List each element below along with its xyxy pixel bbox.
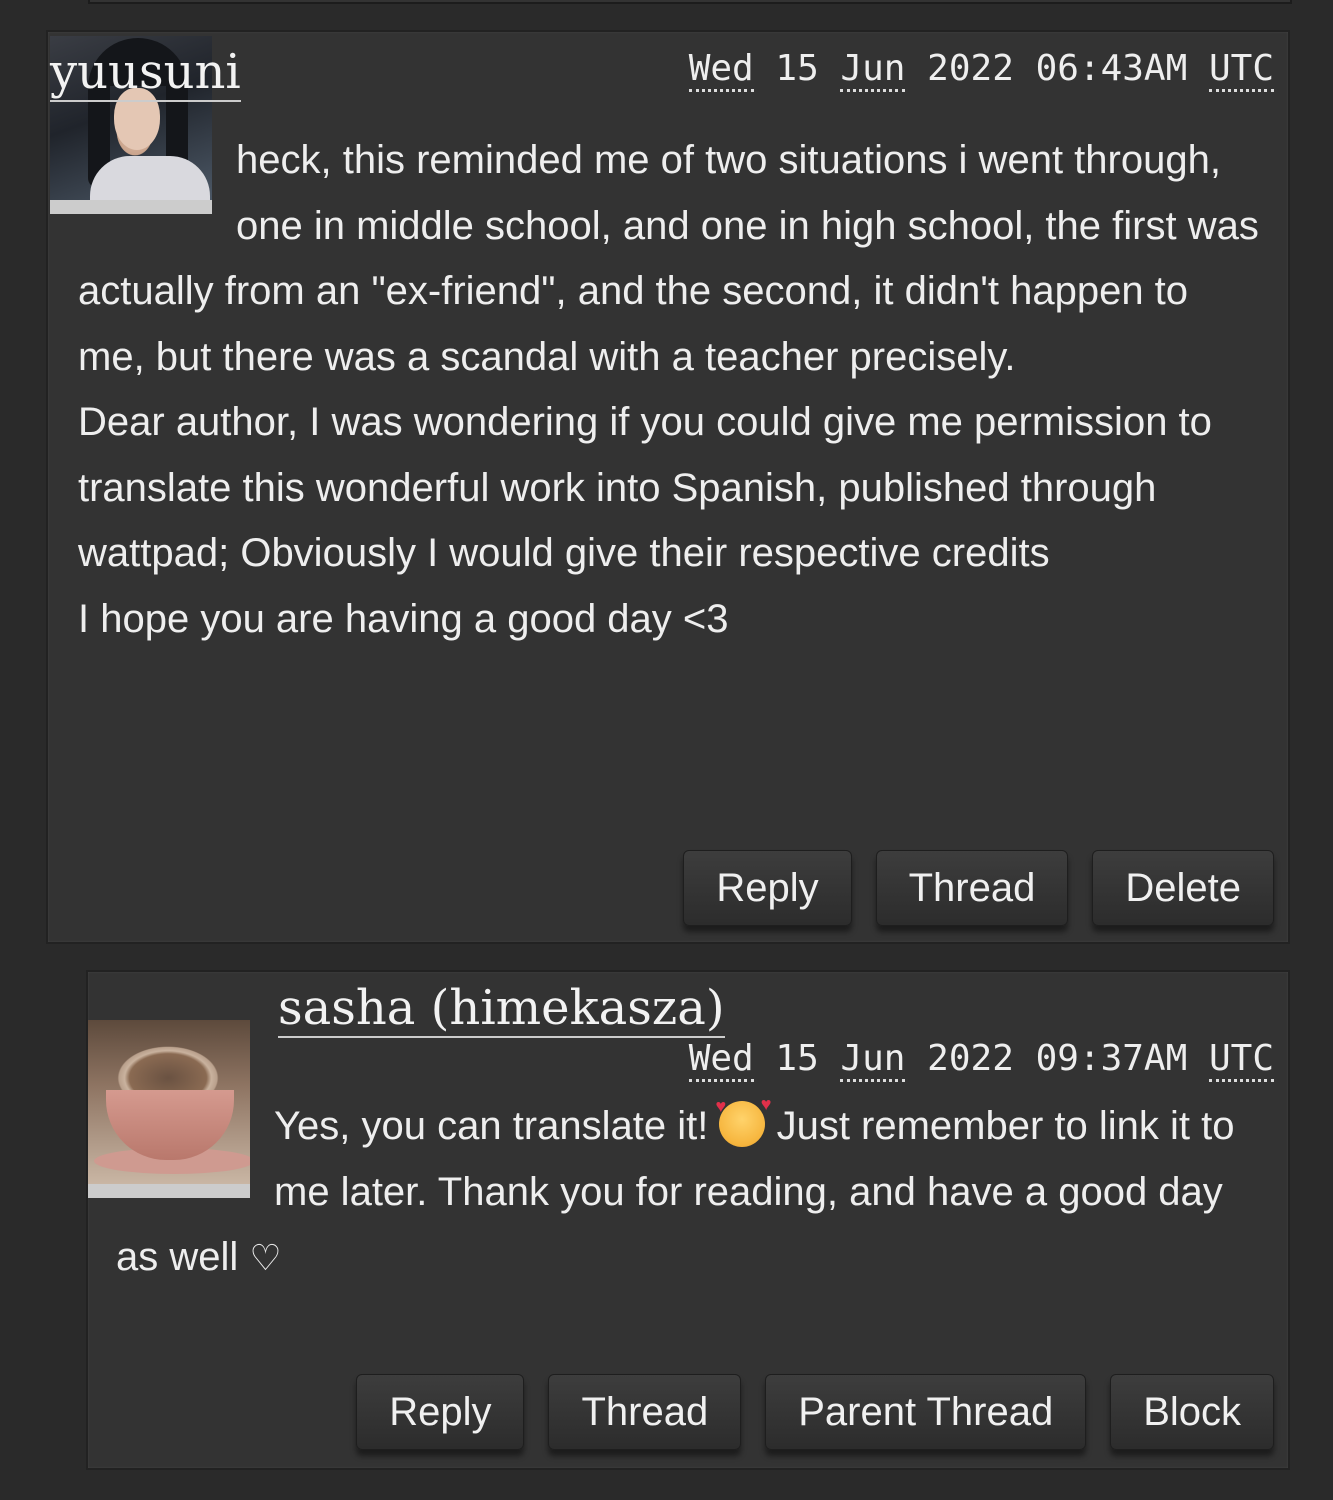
timestamp-day: Wed <box>688 1038 754 1082</box>
timestamp: Wed 15 Jun 2022 09:37AM UTC <box>688 1038 1274 1082</box>
heart-icon: ♡ <box>249 1238 282 1279</box>
comment-body: Yes, you can translate it! Just remember… <box>88 1064 1288 1292</box>
reply-button[interactable]: Reply <box>683 850 852 926</box>
comment-sasha: sasha (himekasza) Wed 15 Jun 2022 09:37A… <box>86 970 1290 1470</box>
timestamp: Wed 15 Jun 2022 06:43AM UTC <box>688 48 1274 92</box>
comment-paragraph: Yes, you can translate it! Just remember… <box>116 1094 1264 1292</box>
timestamp-time: 09:37AM <box>1035 1038 1188 1079</box>
timestamp-tz: UTC <box>1208 1038 1274 1082</box>
timestamp-year: 2022 <box>927 1038 1014 1079</box>
smiling-face-with-hearts-icon <box>715 1095 771 1147</box>
comment-paragraph: I hope you are having a good day <3 <box>78 596 729 641</box>
thread-button[interactable]: Thread <box>548 1374 742 1450</box>
comment-yuusuni: yuusuni Wed 15 Jun 2022 06:43AM UTC heck… <box>46 30 1290 944</box>
timestamp-year: 2022 <box>927 48 1014 89</box>
previous-comment-edge <box>88 0 1292 4</box>
comment-paragraph: Dear author, I was wondering if you coul… <box>78 400 1212 575</box>
username-link[interactable]: sasha (himekasza) <box>278 982 725 1038</box>
avatar[interactable] <box>88 1020 250 1198</box>
avatar-bar <box>50 200 212 214</box>
block-button[interactable]: Block <box>1110 1374 1274 1450</box>
reply-button[interactable]: Reply <box>356 1374 525 1450</box>
timestamp-tz: UTC <box>1208 48 1274 92</box>
timestamp-month: Jun <box>840 1038 906 1082</box>
parent-thread-button[interactable]: Parent Thread <box>765 1374 1087 1450</box>
timestamp-time: 06:43AM <box>1035 48 1188 89</box>
comment-actions: Reply Thread Parent Thread Block <box>356 1374 1274 1450</box>
timestamp-day: Wed <box>688 48 754 92</box>
comment-paragraph: heck, this reminded me of two situations… <box>78 138 1259 379</box>
comment-header: sasha (himekasza) Wed 15 Jun 2022 09:37A… <box>88 972 1288 1082</box>
avatar-bar <box>88 1184 250 1198</box>
delete-button[interactable]: Delete <box>1092 850 1274 926</box>
thread-button[interactable]: Thread <box>875 850 1069 926</box>
comment-header: yuusuni Wed 15 Jun 2022 06:43AM UTC <box>50 36 1288 128</box>
comment-actions: Reply Thread Delete <box>683 850 1274 926</box>
reply-text-start: Yes, you can translate it! <box>274 1104 720 1148</box>
timestamp-month: Jun <box>840 48 906 92</box>
comment-body: heck, this reminded me of two situations… <box>50 128 1288 652</box>
timestamp-date: 15 <box>775 1038 819 1079</box>
timestamp-date: 15 <box>775 48 819 89</box>
username-link[interactable]: yuusuni <box>50 46 241 102</box>
coffee-cup-avatar-icon <box>88 1020 250 1184</box>
